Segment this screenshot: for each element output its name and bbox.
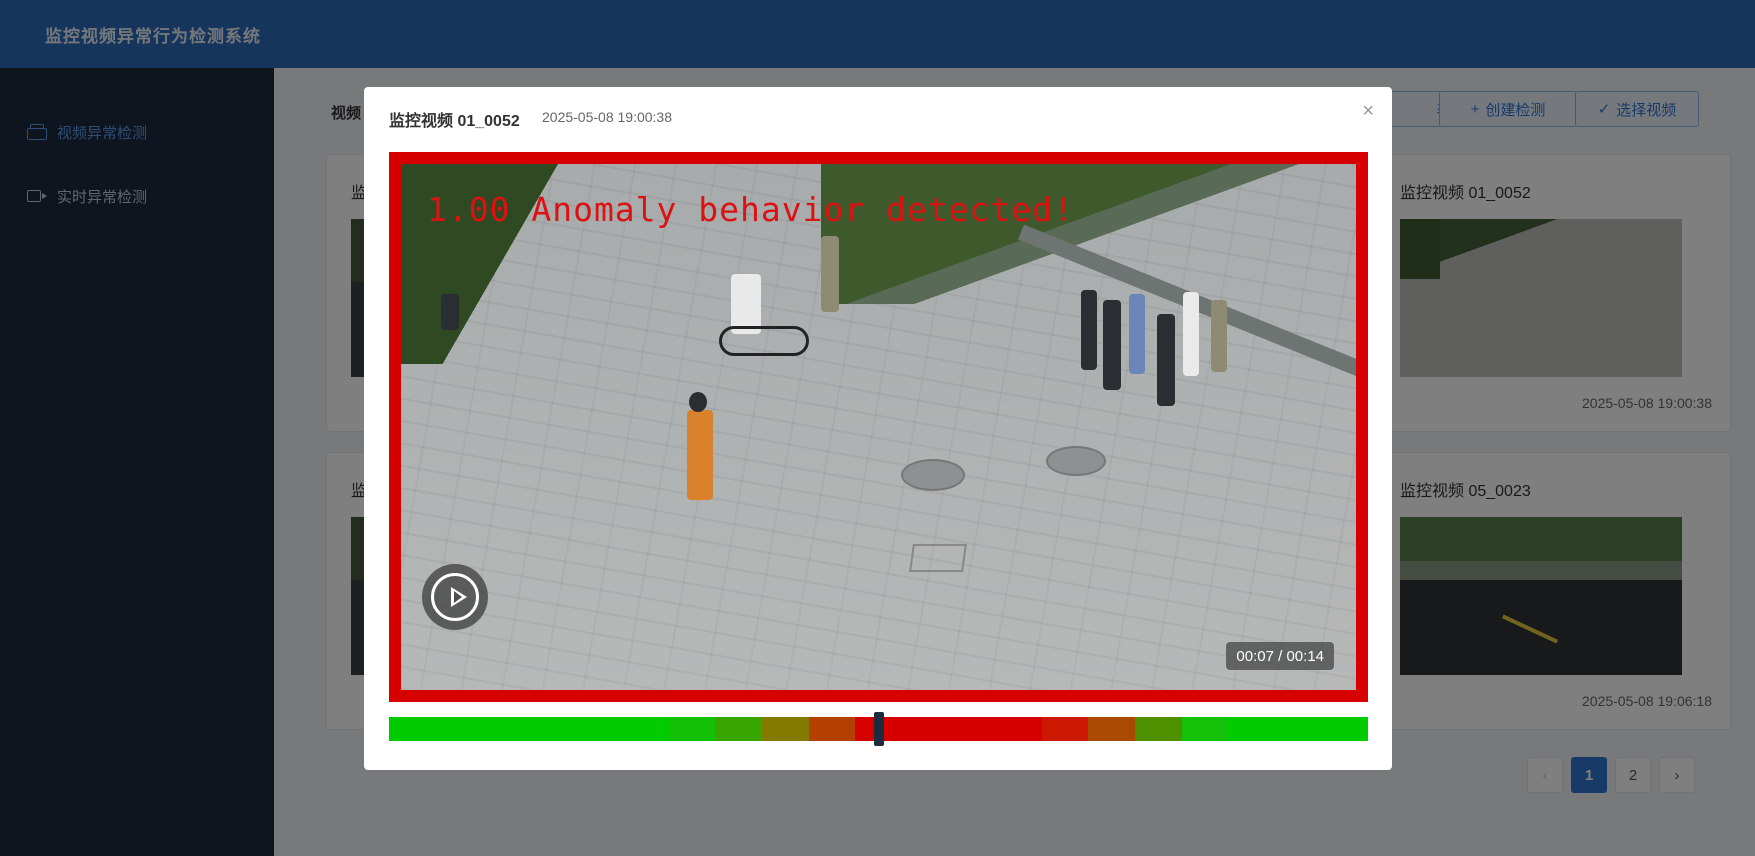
person-figure [1211,300,1227,372]
timeline-segment [528,717,576,741]
timeline-segment [1181,717,1229,741]
person-figure [1081,290,1097,370]
timeline-segment [901,717,949,741]
timeline-segment [1274,717,1322,741]
timeline-segment [482,717,529,741]
modal-timestamp: 2025-05-08 19:00:38 [542,109,672,125]
trash-bin [441,294,459,330]
person-figure [687,410,713,500]
timeline-segment [715,717,762,741]
video-player[interactable]: 1.00 Anomaly behavior detected! 00:07 / … [401,164,1356,690]
timeline-segment [435,717,483,741]
modal-title: 监控视频 01_0052 [389,113,520,130]
person-figure [1157,314,1175,406]
timeline-segment [1135,717,1182,741]
bicycle [719,326,809,356]
anomaly-frame: 1.00 Anomaly behavior detected! 00:07 / … [389,152,1368,702]
time-display: 00:07 / 00:14 [1226,642,1334,670]
play-icon [431,573,479,621]
timeline-segment [1041,717,1089,741]
cyclist-figure [731,274,761,334]
person-figure [1129,294,1145,374]
timeline-scrubber-handle[interactable] [873,712,884,746]
timeline-segment [622,717,669,741]
close-icon[interactable]: × [1362,101,1374,121]
timeline-segment [762,717,809,741]
timeline-segment [389,717,436,741]
play-button[interactable] [422,564,488,630]
person-figure [1183,292,1199,376]
timeline-segment [575,717,623,741]
timeline-segment [1228,717,1275,741]
anomaly-timeline[interactable] [389,712,1369,746]
person-figure [821,236,839,312]
video-detail-modal: 监控视频 01_0052 2025-05-08 19:00:38 × 1.00 [364,87,1392,770]
timeline-segment [808,717,856,741]
timeline-segment [995,717,1042,741]
anomaly-alert-text: 1.00 Anomaly behavior detected! [427,190,1074,229]
timeline-segment [1088,717,1135,741]
person-figure [1103,300,1121,390]
timeline-segment [1321,717,1369,741]
timeline-segment [948,717,996,741]
timeline-segment [668,717,716,741]
